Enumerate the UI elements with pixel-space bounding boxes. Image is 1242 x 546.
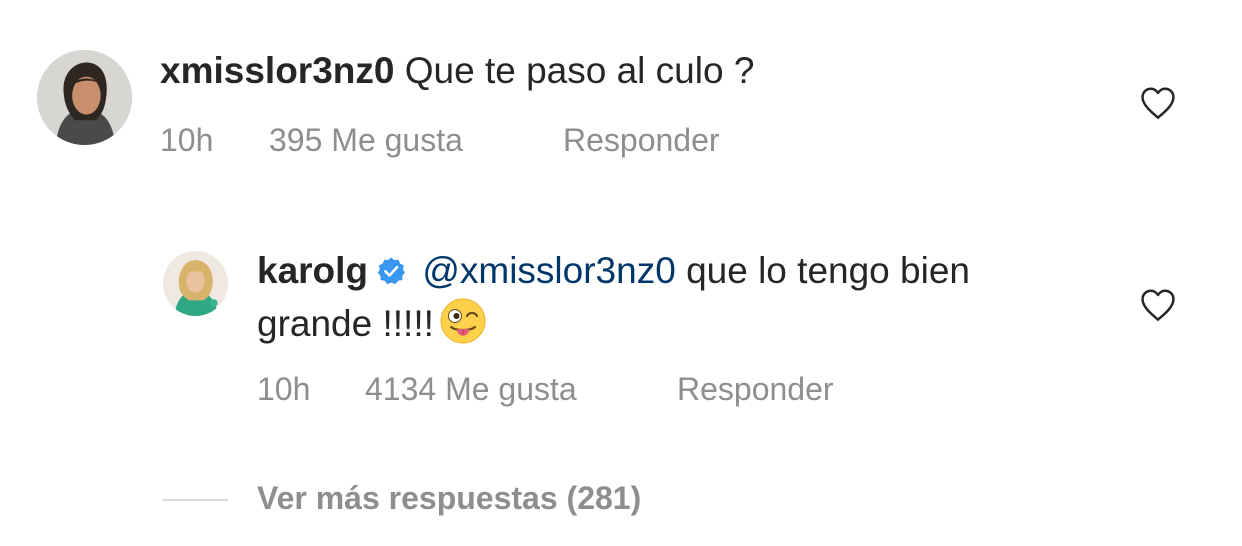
winking-face-with-tongue-emoji-icon [438, 296, 488, 346]
comment-text: Que te paso al culo ? [404, 50, 755, 91]
view-more-divider [162, 499, 228, 501]
comment-username[interactable]: xmisslor3nz0 [160, 50, 394, 91]
view-more-replies-button[interactable]: Ver más respuestas (281) [257, 480, 641, 517]
like-reply-button[interactable] [1139, 288, 1177, 322]
reply-likes-count[interactable]: 4134 Me gusta [365, 371, 577, 408]
reply-username[interactable]: karolg [257, 250, 368, 291]
heart-outline-icon [1141, 87, 1175, 119]
mention-link[interactable]: @xmisslor3nz0 [422, 250, 675, 291]
user-avatar-photo-icon [163, 251, 228, 316]
comment-likes-count[interactable]: 395 Me gusta [269, 122, 463, 159]
reply-timestamp[interactable]: 10h [257, 371, 310, 408]
verified-badge-icon [376, 256, 406, 286]
reply-button[interactable]: Responder [677, 371, 834, 408]
comment-body: xmisslor3nz0 Que te paso al culo ? [160, 46, 754, 96]
heart-outline-icon [1141, 289, 1175, 321]
comment-timestamp[interactable]: 10h [160, 122, 213, 159]
reply-body: karolg @xmisslor3nz0 que lo tengo bien g… [257, 246, 1077, 349]
like-comment-button[interactable] [1139, 86, 1177, 120]
reply-button[interactable]: Responder [563, 122, 720, 159]
user-avatar-photo-icon [37, 50, 132, 145]
reply-author-avatar[interactable] [163, 251, 228, 316]
commenter-avatar[interactable] [37, 50, 132, 145]
